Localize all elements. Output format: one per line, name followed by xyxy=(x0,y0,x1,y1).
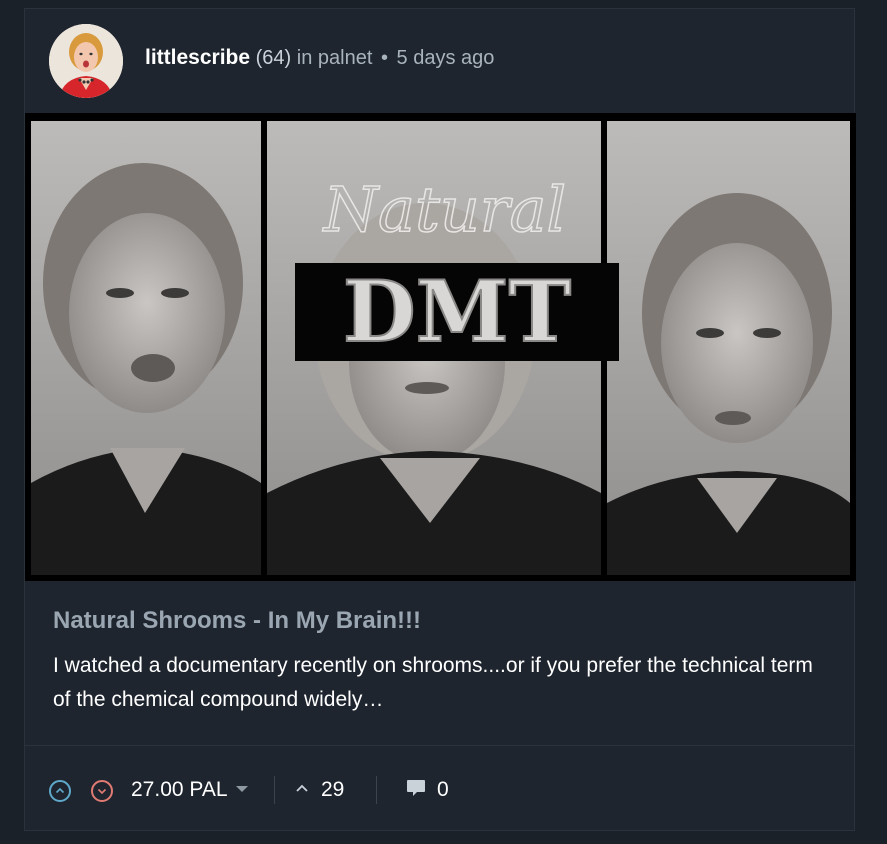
payout-value: 27.00 PAL xyxy=(131,778,228,801)
post-footer: 27.00 PAL 29 0 xyxy=(25,746,854,832)
footer-separator xyxy=(376,776,377,804)
comments-button[interactable]: 0 xyxy=(405,778,449,802)
comment-icon xyxy=(407,780,425,797)
downvote-button[interactable] xyxy=(91,780,113,802)
community-link[interactable]: palnet xyxy=(318,47,373,69)
votes-count: 29 xyxy=(321,778,345,801)
post-age[interactable]: 5 days ago xyxy=(397,47,495,69)
author-reputation: (64) xyxy=(255,47,292,69)
post-thumbnail[interactable]: Natural DMT xyxy=(25,113,856,581)
post-card[interactable]: littlescribe (64) in palnet • 5 days ago xyxy=(24,8,856,832)
comments-count: 0 xyxy=(437,778,449,801)
upvote-button[interactable] xyxy=(49,780,71,802)
community-prefix: in xyxy=(296,47,313,69)
post-summary[interactable]: I watched a documentary recently on shro… xyxy=(53,649,823,717)
thumbnail-block-text: DMT xyxy=(343,262,571,361)
thumbnail-script-text: Natural xyxy=(322,173,567,246)
chevron-down-icon xyxy=(97,788,107,795)
post-title[interactable]: Natural Shrooms - In My Brain!!! xyxy=(53,607,421,635)
author-avatar[interactable] xyxy=(49,24,123,98)
votes-count-button[interactable]: 29 xyxy=(295,778,344,802)
payout-dropdown[interactable]: 27.00 PAL xyxy=(131,778,248,802)
meta-separator: • xyxy=(380,47,388,69)
chevron-up-icon xyxy=(55,787,65,794)
author-name[interactable]: littlescribe xyxy=(145,46,250,69)
footer-separator xyxy=(274,776,275,804)
post-header: littlescribe (64) in palnet • 5 days ago xyxy=(25,9,854,113)
chevron-up-icon xyxy=(296,785,308,793)
caret-down-icon xyxy=(235,785,248,792)
post-meta: littlescribe (64) in palnet • 5 days ago xyxy=(145,46,494,70)
